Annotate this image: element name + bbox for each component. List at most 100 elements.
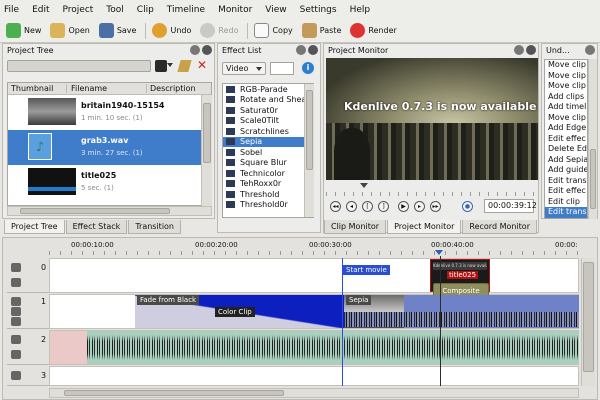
set-zone-end-button[interactable]: ] (378, 201, 389, 212)
menu-help[interactable]: Help (350, 5, 371, 15)
undo-history-item[interactable]: Add guide (545, 165, 587, 176)
monitor-options-button[interactable]: ● (462, 201, 473, 212)
tab-effect-stack[interactable]: Effect Stack (65, 220, 128, 234)
undo-history-item[interactable]: Add Sepia (545, 155, 587, 166)
undo-history-scrollbar[interactable] (588, 59, 597, 219)
float-panel-icon[interactable] (190, 45, 200, 55)
clip-menu-chevron-icon[interactable] (167, 63, 173, 67)
effect-list-item[interactable]: Sepia (223, 136, 313, 147)
undo-history-item[interactable]: Add timel (545, 102, 587, 113)
undo-history-item[interactable]: Edit effec (545, 186, 587, 197)
track-header-3[interactable]: 3 (7, 366, 51, 386)
undo-history-item[interactable]: Add Edge (545, 123, 587, 134)
set-zone-start-button[interactable]: [ (362, 201, 373, 212)
audio-mute-icon[interactable] (11, 278, 21, 287)
track-header-1[interactable]: 1 (7, 294, 51, 329)
close-panel-icon[interactable] (202, 45, 212, 55)
guide-label[interactable]: Start movie (343, 265, 390, 275)
menu-view[interactable]: View (265, 5, 286, 15)
effect-search-input[interactable] (270, 62, 294, 75)
timeline-playhead[interactable] (440, 256, 441, 386)
effect-list-item[interactable]: Threshold0r (223, 200, 313, 211)
effect-list-item[interactable]: TehRoxx0r (223, 179, 313, 190)
menu-file[interactable]: File (4, 5, 19, 15)
next-frame-button[interactable]: ▸ (414, 201, 425, 212)
track-lane-3[interactable] (49, 366, 579, 386)
menu-clip[interactable]: Clip (137, 5, 154, 15)
edit-clip-icon[interactable] (177, 60, 192, 72)
timeline-playhead-icon[interactable] (435, 250, 443, 255)
effect-list-item[interactable]: Technicolor (223, 168, 313, 179)
float-panel-icon[interactable] (296, 45, 306, 55)
effect-list-item[interactable]: Scratchlines (223, 126, 313, 137)
menu-project[interactable]: Project (63, 5, 94, 15)
menu-monitor[interactable]: Monitor (218, 5, 252, 15)
track-header-0[interactable]: 0 (7, 258, 51, 293)
undo-history-item[interactable]: Move clip (545, 113, 587, 124)
undo-history-item[interactable]: Edit clip (545, 197, 587, 208)
close-panel-icon[interactable] (308, 45, 318, 55)
effect-list-item[interactable]: Threshold (223, 189, 313, 200)
tab-project-tree[interactable]: Project Tree (4, 220, 65, 234)
effect-list-item[interactable]: RGB-Parade (223, 84, 313, 95)
timeline-vscrollbar[interactable] (581, 258, 595, 386)
lock-icon[interactable] (11, 263, 21, 272)
track-header-2[interactable]: 2 (7, 330, 51, 365)
list-item[interactable]: britain1940-15154 1 min. 10 sec. (1) (8, 95, 211, 130)
undo-history-item[interactable]: Edit effec (545, 134, 587, 145)
copy-button[interactable]: Copy (254, 23, 293, 38)
undo-history-item[interactable]: Move clip (545, 60, 587, 71)
close-panel-icon[interactable] (526, 45, 536, 55)
float-panel-icon[interactable] (514, 45, 524, 55)
info-icon[interactable]: i (302, 62, 314, 74)
timeline-ruler[interactable]: 00:00:10:00 00:00:20:00 00:00:30:00 00:0… (49, 240, 579, 255)
tab-transition[interactable]: Transition (128, 220, 181, 234)
effect-list-item[interactable]: Saturat0r (223, 105, 313, 116)
project-list-hscrollbar[interactable] (7, 206, 212, 216)
tab-project-monitor[interactable]: Project Monitor (387, 220, 462, 234)
paste-button[interactable]: Paste (301, 23, 341, 38)
add-clip-icon[interactable] (155, 60, 167, 72)
redo-button[interactable]: Redo (200, 23, 238, 38)
effect-list-scrollbar[interactable] (304, 84, 314, 217)
undo-history-item[interactable]: Delete Ed (545, 144, 587, 155)
play-button[interactable]: ▶ (398, 201, 409, 212)
menu-timeline[interactable]: Timeline (167, 5, 205, 15)
undo-history-item[interactable]: Edit trans (545, 176, 587, 187)
rewind-button[interactable]: ◂◂ (330, 201, 341, 212)
render-button[interactable]: Render (350, 23, 397, 38)
menu-settings[interactable]: Settings (300, 5, 337, 15)
monitor-playhead-icon[interactable] (360, 183, 368, 188)
effect-list-item[interactable]: Square Blur (223, 158, 313, 169)
monitor-timecode[interactable]: 00:00:39:12 (484, 199, 537, 213)
undo-history-item[interactable]: Move clip (545, 71, 587, 82)
track-lane-0[interactable] (49, 258, 579, 293)
open-button[interactable]: Open (50, 23, 90, 38)
effect-category-select[interactable]: Video (222, 62, 266, 75)
previous-frame-button[interactable]: ◂ (346, 201, 357, 212)
float-panel-icon[interactable] (585, 45, 595, 55)
project-list-scrollbar[interactable] (201, 95, 212, 206)
audio-clip[interactable] (87, 331, 579, 364)
effect-list-item[interactable]: Rotate and Shea (223, 95, 313, 106)
undo-history-item[interactable]: Add clips (545, 92, 587, 103)
audio-mute-icon[interactable] (11, 307, 21, 316)
undo-button[interactable]: Undo (152, 23, 191, 38)
save-button[interactable]: Save (98, 23, 136, 38)
project-search-input[interactable] (7, 60, 151, 72)
list-item[interactable]: ♪ grab3.wav 3 min. 27 sec. (1) (8, 130, 211, 165)
new-button[interactable]: New (6, 23, 41, 38)
tab-clip-monitor[interactable]: Clip Monitor (324, 220, 387, 234)
timeline-hscrollbar[interactable] (49, 388, 579, 398)
audio-mute-icon[interactable] (11, 350, 21, 359)
menu-tool[interactable]: Tool (106, 5, 123, 15)
list-item[interactable]: title025 5 sec. (1) (8, 165, 211, 200)
menu-edit[interactable]: Edit (32, 5, 49, 15)
delete-clip-icon[interactable]: ✕ (197, 59, 207, 71)
effect-list-item[interactable]: Scale0Tilt (223, 116, 313, 127)
lock-icon[interactable] (11, 297, 21, 306)
tab-record-monitor[interactable]: Record Monitor (462, 220, 537, 234)
undo-history-item[interactable]: Edit trans (545, 207, 587, 218)
lock-icon[interactable] (11, 335, 21, 344)
video-hide-icon[interactable] (11, 317, 21, 326)
